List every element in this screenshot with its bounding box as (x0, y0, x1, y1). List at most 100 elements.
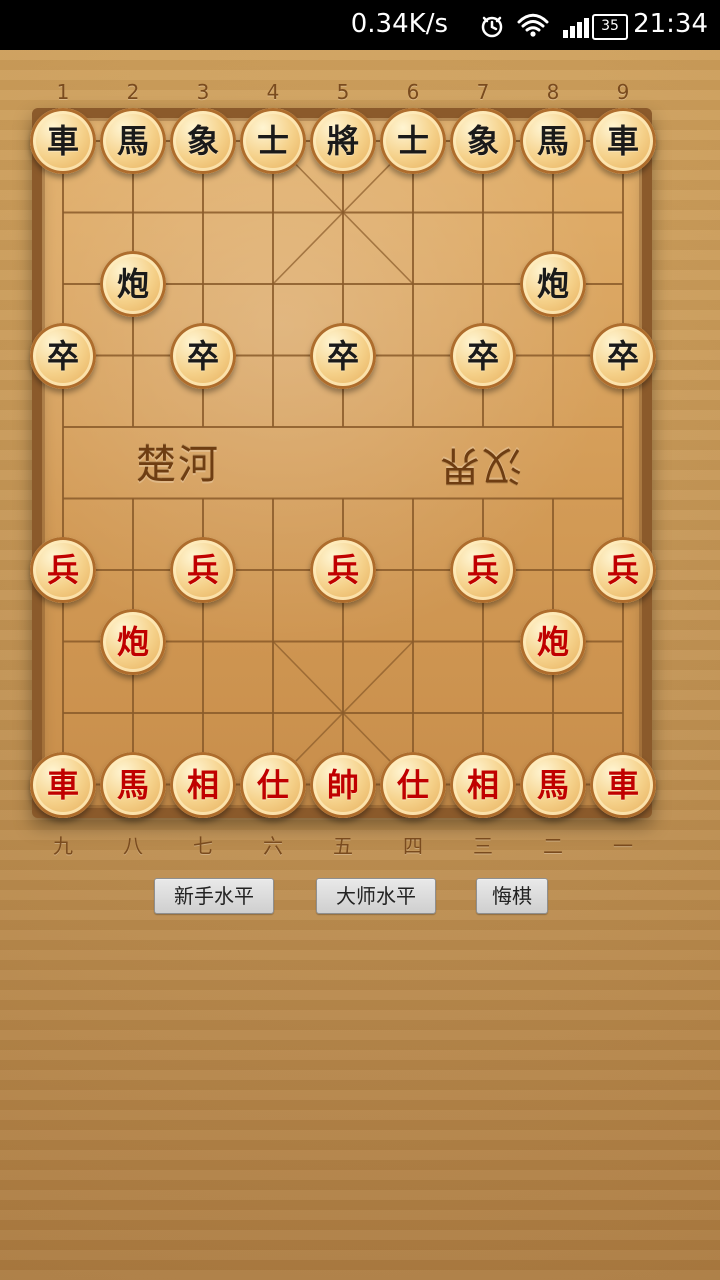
piece-r-shi-1[interactable]: 仕 (240, 751, 306, 818)
coord-bottom-9: 一 (613, 834, 633, 858)
piece-label: 帥 (326, 765, 359, 804)
piece-r-bing-3[interactable]: 兵 (310, 537, 376, 603)
piece-r-shuai[interactable]: 帥 (310, 751, 376, 818)
piece-label: 象 (186, 122, 219, 160)
piece-r-ma-2[interactable]: 馬 (520, 751, 586, 818)
coord-top-3: 3 (196, 80, 210, 104)
piece-label: 兵 (186, 551, 219, 589)
piece-b-pao-2[interactable]: 炮 (520, 251, 586, 317)
coord-top-4: 4 (266, 80, 280, 104)
network-speed: 0.34K/s (350, 9, 448, 39)
piece-label: 馬 (536, 765, 569, 804)
piece-label: 卒 (46, 336, 79, 375)
piece-r-xiang-1[interactable]: 相 (170, 751, 236, 818)
beginner-level-button[interactable]: 新手水平 (154, 878, 274, 914)
piece-label: 車 (46, 122, 79, 160)
piece-b-ma-2[interactable]: 馬 (520, 108, 586, 174)
piece-label: 士 (396, 122, 429, 160)
piece-label: 兵 (326, 551, 359, 589)
piece-label: 相 (466, 765, 499, 804)
piece-label: 兵 (466, 551, 499, 589)
piece-label: 仕 (256, 765, 289, 804)
piece-label: 卒 (186, 336, 219, 375)
piece-r-pao-2[interactable]: 炮 (520, 608, 586, 675)
piece-label: 相 (186, 765, 219, 804)
piece-label: 卒 (466, 336, 499, 375)
coord-top-6: 6 (406, 80, 420, 104)
piece-label: 將 (326, 122, 359, 160)
coord-bottom-5: 五 (333, 834, 353, 858)
piece-b-pao-1[interactable]: 炮 (100, 251, 166, 317)
piece-label: 車 (46, 765, 79, 804)
piece-label: 象 (466, 122, 499, 160)
piece-b-zu-3[interactable]: 卒 (310, 322, 376, 389)
coord-bottom-1: 九 (53, 834, 73, 858)
clock-time: 21:34 (633, 9, 708, 39)
piece-label: 仕 (396, 765, 429, 804)
master-level-button[interactable]: 大师水平 (316, 878, 436, 914)
coord-bottom-2: 八 (123, 834, 143, 858)
coord-bottom-4: 六 (263, 834, 283, 858)
coord-bottom-3: 七 (193, 834, 213, 858)
battery-icon: 35 (592, 14, 628, 40)
piece-label: 士 (256, 122, 289, 160)
piece-b-shi-2[interactable]: 士 (380, 108, 446, 174)
coord-top-7: 7 (476, 80, 490, 104)
coord-top-5: 5 (336, 80, 350, 104)
coord-top-2: 2 (126, 80, 140, 104)
coord-top-9: 9 (616, 80, 630, 104)
battery-level: 35 (601, 18, 619, 34)
piece-label: 卒 (606, 336, 639, 375)
piece-r-xiang-2[interactable]: 相 (450, 751, 516, 818)
control-buttons: 新手水平 大师水平 悔棋 (0, 878, 720, 918)
piece-r-bing-5[interactable]: 兵 (590, 537, 656, 603)
river-label-right: 汉界 (438, 442, 522, 488)
coord-bottom-7: 三 (473, 834, 493, 858)
coord-bottom-8: 二 (543, 834, 563, 858)
piece-label: 兵 (46, 551, 79, 589)
piece-label: 馬 (116, 765, 149, 804)
piece-b-zu-5[interactable]: 卒 (590, 322, 656, 389)
piece-label: 卒 (326, 336, 359, 375)
piece-label: 炮 (116, 622, 149, 661)
piece-r-shi-2[interactable]: 仕 (380, 751, 446, 818)
river-label-left: 楚河 (136, 442, 220, 488)
piece-b-zu-4[interactable]: 卒 (450, 322, 516, 389)
board-frame (32, 108, 652, 818)
piece-label: 炮 (536, 622, 569, 661)
piece-b-ma-1[interactable]: 馬 (100, 108, 166, 174)
alarm-icon (478, 12, 506, 44)
piece-b-zu-2[interactable]: 卒 (170, 322, 236, 389)
piece-b-xiang-1[interactable]: 象 (170, 108, 236, 174)
piece-b-ju-2[interactable]: 車 (590, 108, 656, 174)
piece-label: 兵 (606, 551, 639, 589)
piece-b-xiang-2[interactable]: 象 (450, 108, 516, 174)
status-icons (478, 12, 594, 44)
piece-b-zu-1[interactable]: 卒 (30, 322, 96, 389)
piece-label: 馬 (116, 122, 149, 160)
coord-top-8: 8 (546, 80, 560, 104)
piece-b-shi-1[interactable]: 士 (240, 108, 306, 174)
piece-r-bing-1[interactable]: 兵 (30, 537, 96, 603)
coord-bottom-6: 四 (403, 834, 423, 858)
status-bar: 0.34K/s 35 21:34 (0, 0, 720, 50)
piece-r-ju-2[interactable]: 車 (590, 751, 656, 818)
board-surface (42, 118, 642, 808)
undo-button[interactable]: 悔棋 (476, 878, 548, 914)
piece-label: 炮 (536, 265, 569, 303)
piece-r-pao-1[interactable]: 炮 (100, 608, 166, 675)
piece-label: 車 (606, 765, 639, 804)
piece-r-ma-1[interactable]: 馬 (100, 751, 166, 818)
top-coordinates: 1 2 3 4 5 6 7 8 9 (0, 80, 720, 110)
piece-label: 車 (606, 122, 639, 160)
piece-b-ju-1[interactable]: 車 (30, 108, 96, 174)
coord-top-1: 1 (56, 80, 70, 104)
piece-label: 馬 (536, 122, 569, 160)
piece-b-jiang[interactable]: 將 (310, 108, 376, 174)
signal-icon (560, 12, 594, 44)
piece-r-bing-2[interactable]: 兵 (170, 537, 236, 603)
piece-r-ju-1[interactable]: 車 (30, 751, 96, 818)
bottom-coordinates: 九八七六五四三二一 (0, 830, 720, 860)
wifi-icon (516, 12, 550, 44)
piece-r-bing-4[interactable]: 兵 (450, 537, 516, 603)
